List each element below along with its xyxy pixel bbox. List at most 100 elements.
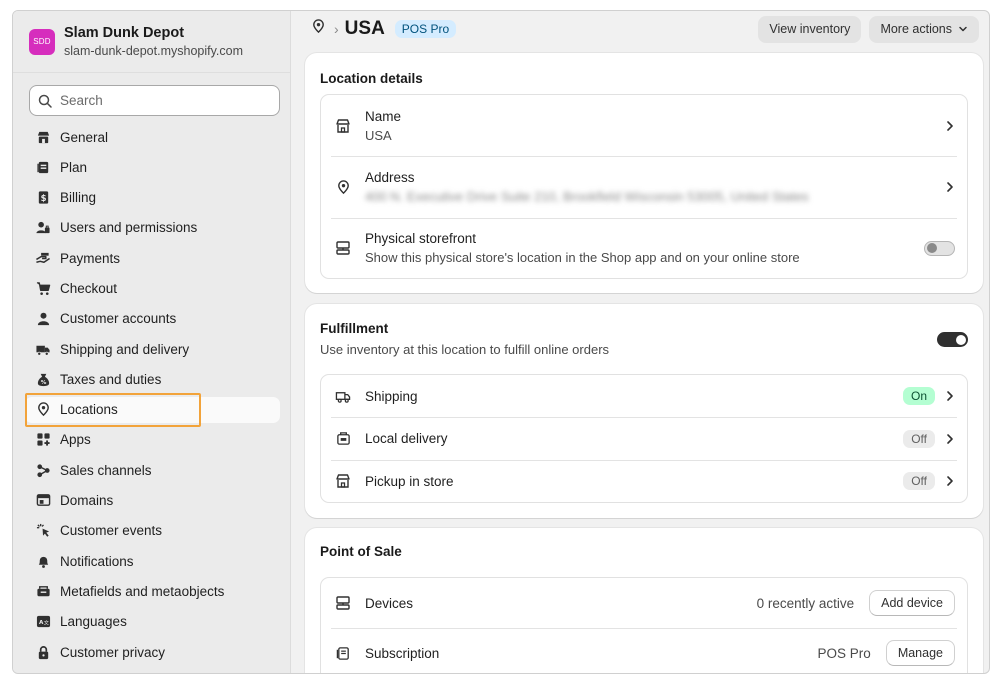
pickup-in-store-row[interactable]: Pickup in store Off (321, 460, 967, 502)
shipping-status-badge: On (902, 387, 935, 405)
sidebar-item-label: Plan (60, 159, 88, 175)
manage-label: Manage (897, 646, 943, 660)
sidebar-item-label: Billing (60, 190, 97, 206)
search-icon (38, 94, 52, 108)
search-input[interactable] (60, 93, 260, 108)
local-delivery-row[interactable]: Local delivery Off (321, 417, 967, 460)
devices-row: Devices 0 recently active Add device (321, 578, 967, 628)
sidebar-item-label: Shipping and delivery (60, 341, 190, 357)
add-device-button[interactable]: Add device (869, 590, 955, 616)
storefront-description: Show this physical store's location in t… (365, 250, 800, 265)
chevron-right-icon (945, 120, 955, 132)
more-actions-button[interactable]: More actions (869, 15, 979, 43)
sidebar-item-label: Notifications (60, 553, 134, 569)
fulfillment-card: Fulfillment Use inventory at this locati… (305, 304, 983, 518)
location-icon (335, 179, 351, 195)
manage-button[interactable]: Manage (885, 640, 955, 666)
local-delivery-status-badge: Off (903, 429, 935, 448)
sidebar-item-payments[interactable]: Payments (25, 245, 280, 271)
svg-text:文: 文 (43, 619, 48, 627)
address-label: Address (365, 170, 415, 185)
sidebar-item-apps[interactable]: Apps (25, 427, 280, 453)
physical-storefront-row: Physical storefront Show this physical s… (321, 218, 967, 278)
sidebar-item-label: Metafields and metaobjects (60, 583, 225, 599)
channels-icon (35, 462, 51, 478)
sidebar-item-taxes[interactable]: % Taxes and duties (25, 366, 280, 392)
local-delivery-label: Local delivery (365, 431, 448, 446)
storefront-label: Physical storefront (365, 231, 477, 246)
store-icon (35, 129, 51, 145)
sidebar-item-label: Customer privacy (60, 644, 166, 660)
sidebar-item-sales-channels[interactable]: Sales channels (25, 457, 280, 483)
store-domain: slam-dunk-depot.myshopify.com (64, 44, 244, 58)
fulfillment-toggle[interactable] (937, 332, 968, 347)
sidebar-item-plan[interactable]: Plan (25, 154, 280, 180)
sidebar-item-customer-events[interactable]: Customer events (25, 518, 280, 544)
sidebar-item-shipping[interactable]: Shipping and delivery (25, 336, 280, 362)
local-delivery-icon (335, 431, 351, 447)
metafields-icon (35, 583, 51, 599)
store-icon (335, 473, 351, 489)
pickup-label: Pickup in store (365, 473, 454, 489)
fulfillment-title: Fulfillment (320, 321, 389, 336)
pos-list: Devices 0 recently active Add device Sub… (320, 577, 968, 673)
storefront-toggle[interactable] (924, 240, 955, 256)
sidebar-item-users[interactable]: Users and permissions (25, 215, 280, 241)
shipping-row[interactable]: Shipping On (321, 375, 967, 417)
subscription-label: Subscription (365, 645, 440, 661)
sidebar-item-label: Customer events (60, 523, 163, 539)
sidebar-item-label: Payments (60, 250, 121, 266)
sidebar-item-customer-privacy[interactable]: Customer privacy (25, 639, 280, 665)
chevron-right-icon (945, 475, 955, 487)
subscription-value: POS Pro (817, 645, 871, 661)
view-inventory-button[interactable]: View inventory (758, 15, 862, 43)
sidebar-item-checkout[interactable]: Checkout (25, 275, 280, 301)
chevron-right-icon (945, 390, 955, 402)
sidebar-item-domains[interactable]: Domains (25, 488, 280, 514)
sidebar-item-general[interactable]: General (25, 124, 280, 150)
billing-icon: $ (35, 190, 51, 206)
address-row[interactable]: Address 400 N. Executive Drive Suite 210… (321, 156, 967, 218)
store-name: Slam Dunk Depot (64, 25, 185, 41)
sidebar-item-label: General (60, 129, 109, 145)
settings-nav: General Plan $ Billing Users and permiss… (25, 124, 280, 669)
payments-icon (35, 250, 51, 266)
sidebar-item-customer-accounts[interactable]: Customer accounts (25, 306, 280, 332)
sidebar-item-notifications[interactable]: Notifications (25, 548, 280, 574)
sidebar-item-label: Customer accounts (60, 311, 177, 327)
subscription-icon (335, 645, 351, 661)
pos-terminal-icon (335, 240, 351, 256)
sidebar-item-locations[interactable]: Locations (25, 392, 280, 427)
sidebar-item-metafields[interactable]: Metafields and metaobjects (25, 578, 280, 604)
location-breadcrumb-icon[interactable] (311, 19, 326, 39)
location-name-row[interactable]: Name USA (321, 95, 967, 156)
add-device-label: Add device (881, 596, 943, 610)
fulfillment-list: Shipping On Local delivery Off Pickup in… (320, 374, 968, 503)
sidebar-item-billing[interactable]: $ Billing (25, 185, 280, 211)
chevron-right-icon (945, 181, 955, 193)
location-icon (35, 402, 51, 418)
pickup-status-badge: Off (903, 472, 935, 490)
tax-icon: % (35, 371, 51, 387)
store-header[interactable]: SDD Slam Dunk Depot slam-dunk-depot.mysh… (13, 11, 290, 73)
person-icon (35, 311, 51, 327)
address-value: 400 N. Executive Drive Suite 210, Brookf… (365, 189, 809, 204)
sidebar-item-label: Apps (60, 432, 91, 448)
chevron-down-icon (959, 26, 967, 32)
sidebar-item-languages[interactable]: A文 Languages (25, 609, 280, 635)
apps-icon (35, 432, 51, 448)
sidebar-item-label: Taxes and duties (60, 371, 162, 387)
bell-icon (35, 553, 51, 569)
lock-icon (35, 644, 51, 660)
devices-label: Devices (365, 595, 414, 611)
location-details-card: Location details Name USA Address 400 N.… (305, 53, 983, 293)
search-box[interactable] (29, 85, 280, 116)
cursor-icon (35, 523, 51, 539)
truck-icon (35, 341, 51, 357)
main-content: › USA POS Pro View inventory More action… (291, 11, 989, 673)
pos-title: Point of Sale (320, 544, 402, 559)
name-value: USA (365, 127, 392, 143)
cart-icon (35, 280, 51, 296)
location-details-title: Location details (320, 71, 423, 86)
devices-status: 0 recently active (756, 595, 855, 611)
